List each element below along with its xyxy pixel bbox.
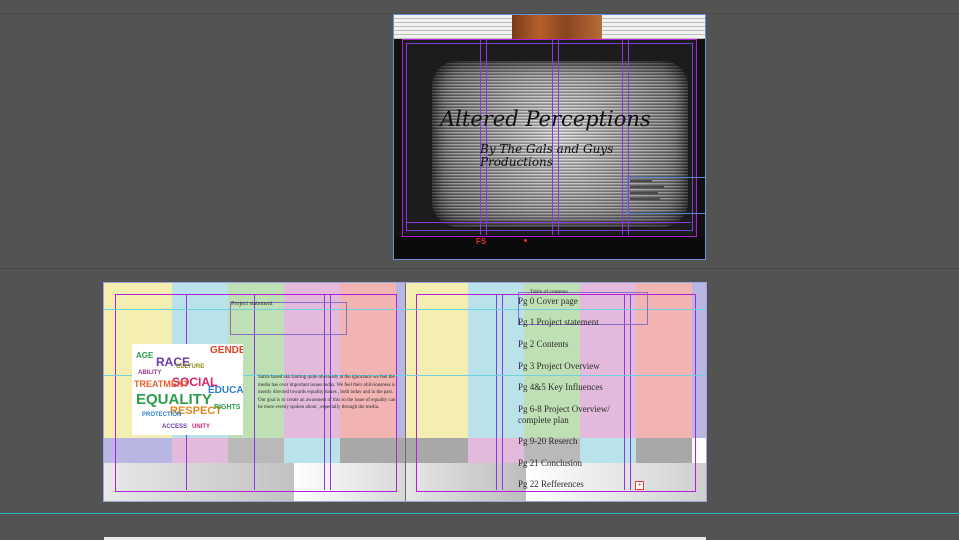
column-guide xyxy=(558,39,559,235)
curtain-image xyxy=(512,15,602,39)
spread-gutter xyxy=(405,283,406,501)
tv-power-light xyxy=(524,239,527,242)
toc-item[interactable]: Pg 6-8 Project Overview/ complete plan xyxy=(518,404,618,426)
column-guide xyxy=(502,294,503,490)
text-frame-selection[interactable] xyxy=(627,177,705,214)
toc-item[interactable]: Pg 2 Contents xyxy=(518,339,628,350)
column-guide xyxy=(480,39,481,235)
cover-subtitle[interactable]: By The Gals and Guys Productions xyxy=(480,143,680,169)
equality-word-cloud-image[interactable]: EQUALITY SOCIAL RESPECT RACE TREATMENT G… xyxy=(132,344,243,435)
cover-title[interactable]: Altered Perceptions xyxy=(440,107,700,131)
wordcloud-word: AGE xyxy=(136,351,154,360)
wordcloud-word: GENDER xyxy=(210,345,243,356)
project-statement-body[interactable]: Satire based skit hinting quite obviousl… xyxy=(258,374,398,412)
wordcloud-word: EDUCAT xyxy=(208,385,243,396)
toc-item[interactable]: Pg 21 Conclusion xyxy=(518,458,628,469)
wordcloud-word: CULTURE xyxy=(176,364,205,370)
pasteboard-guide-cyan xyxy=(0,513,959,514)
contents-heading[interactable]: Table of contents xyxy=(530,289,568,295)
row-guide xyxy=(406,222,691,223)
column-guide xyxy=(552,39,553,235)
wordcloud-word: ABILITY xyxy=(138,370,162,376)
column-guide xyxy=(622,39,623,235)
column-guide xyxy=(496,294,497,490)
toc-item[interactable]: Pg 1 Project statement xyxy=(518,317,628,328)
pasteboard-edge-top xyxy=(0,13,959,14)
overset-text-marker[interactable]: + xyxy=(635,481,644,490)
toc-item[interactable]: Pg 4&5 Key Influences xyxy=(518,382,628,393)
wordcloud-word: ACCESS xyxy=(162,424,188,430)
tv-brand-mark: FS xyxy=(476,237,487,246)
pasteboard-edge-middle xyxy=(0,268,959,269)
wordcloud-word: RIGHTS xyxy=(214,404,241,411)
toc-item[interactable]: Pg 9-20 Reserch xyxy=(518,436,628,447)
toc-item[interactable]: Pg 3 Project Overview xyxy=(518,361,628,372)
column-guide xyxy=(486,39,487,235)
tv-base: FS xyxy=(394,237,705,259)
toc-item[interactable]: Pg 22 Refferences xyxy=(518,479,628,490)
project-statement-heading[interactable]: Project statement xyxy=(231,301,273,307)
toc-item[interactable]: Pg 0 Cover page xyxy=(518,296,628,307)
cover-page[interactable]: FS Altered Perceptions By The Gals and G… xyxy=(393,14,706,260)
wordcloud-word: UNITY xyxy=(192,424,210,430)
wordcloud-word: TREATMENT xyxy=(134,379,189,389)
wordcloud-word: PROTECTION xyxy=(142,412,182,418)
spread-pages-1-2[interactable]: Project statement EQUALITY SOCIAL RESPEC… xyxy=(103,282,707,502)
